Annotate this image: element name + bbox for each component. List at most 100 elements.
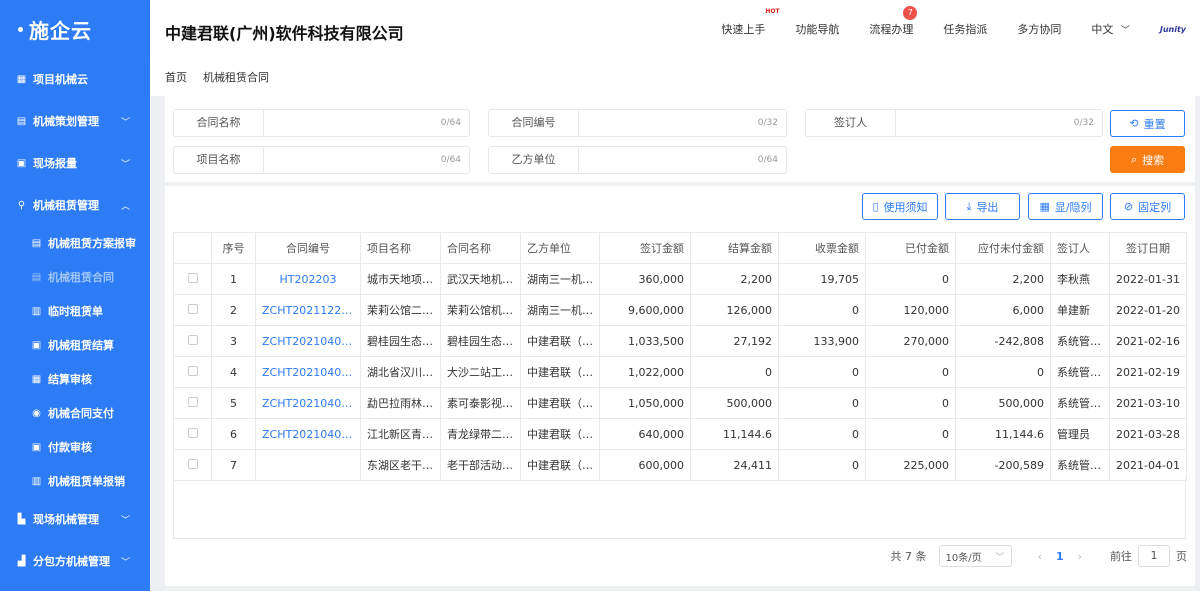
sidebar-subitem-reimbursement[interactable]: ▥ 机械租赁单报销 [0,464,150,498]
logo-text: 施企云 [29,18,92,43]
sidebar-subitem-plan-review[interactable]: ▤ 机械租赁方案报审 [0,226,150,260]
cell-contract-no[interactable]: HT202203 [255,263,361,295]
row-checkbox-cell [173,449,212,481]
notice-label: 使用须知 [883,200,928,214]
sidebar-subitem-label: 付款审核 [48,441,92,454]
pin-column-button[interactable]: ⊘ 固定列 [1110,193,1185,220]
hot-tag: HOT [765,8,780,15]
sidebar-subitem-payment-review[interactable]: ▣ 付款审核 [0,430,150,464]
sidebar-item-label: 现场机械管理 [33,513,99,526]
contract-no-input[interactable] [579,110,758,136]
sidebar-item-site-report[interactable]: ▣ 现场报量 ﹀ [0,142,150,184]
cell-contract-name: 青龙绿带二… [440,418,521,450]
company-title: 中建君联(广州)软件科技有限公司 [165,24,404,43]
menu-quick-start[interactable]: 快速上手 HOT [721,8,779,37]
table-row[interactable]: 5 ZCHT2021040384 勐巴拉雨林… 素可泰影视… 中建君联（… 1,… [173,387,1187,419]
cell-index: 7 [211,449,256,481]
sidebar-subitem-lease-contract[interactable]: ▤ 机械租赁合同 [0,260,150,294]
cell-contract-no[interactable]: ZCHT2021040384 [255,387,361,419]
table-row[interactable]: 6 ZCHT2021040383 江北新区青… 青龙绿带二… 中建君联（… 64… [173,418,1187,450]
char-count: 0/64 [440,118,461,128]
table-row[interactable]: 4 ZCHT2021040385 湖北省汉川… 大沙二站工… 中建君联（… 1,… [173,356,1187,388]
sidebar-subitem-label: 机械租赁结算 [48,339,114,352]
cell-unpaid-amount: 6,000 [955,294,1051,326]
audit-icon: ▣ [31,441,42,453]
reset-button[interactable]: ⟲ 重置 [1110,110,1185,137]
row-checkbox[interactable] [187,365,198,376]
project-name-field: 项目名称 0/64 [173,146,470,174]
sidebar-item-label: 机械租赁管理 [33,199,99,212]
cell-contract-no[interactable]: ZCHT2021040385 [255,356,361,388]
table-row[interactable]: 2 ZCHT2021122377 茉莉公馆二… 茉莉公馆机… 湖南三一机… 9,… [173,294,1187,326]
menu-workflow[interactable]: 流程办理 7 [869,6,918,37]
col-header: 序号 [211,232,256,264]
contract-name-input[interactable] [264,110,441,136]
cell-contract-no[interactable] [255,449,361,481]
field-label: 项目名称 [174,147,264,173]
row-checkbox[interactable] [187,396,198,407]
cell-index: 5 [211,387,256,419]
menu-label: 流程办理 [869,23,914,36]
search-icon: ⌕ [1130,152,1138,166]
goto-page-input[interactable]: 1 [1138,545,1170,567]
cell-party-b: 中建君联（… [520,325,600,357]
menu-function-nav[interactable]: 功能导航 [795,21,839,37]
party-b-input[interactable] [579,147,758,173]
row-checkbox[interactable] [187,458,198,469]
sidebar-item-subcontract[interactable]: ▟ 分包方机械管理 ﹀ [0,540,150,582]
lease-icon: ⚲ [17,199,26,211]
table-row[interactable]: 3 ZCHT2021040386 碧桂园生态… 碧桂园生态… 中建君联（… 1,… [173,325,1187,357]
breadcrumb-home[interactable]: 首页 [165,69,187,85]
language-selector[interactable]: 中文 ﹀ [1091,21,1130,37]
row-checkbox[interactable] [187,303,198,314]
row-checkbox[interactable] [187,272,198,283]
grid-icon: ▦ [1039,200,1050,213]
notice-button[interactable]: ▯ 使用须知 [862,193,938,220]
app-logo[interactable]: 施企云 [0,0,150,58]
search-button[interactable]: ⌕ 搜索 [1110,146,1185,173]
signer-input[interactable] [896,110,1074,136]
breadcrumb: 首页 机械租赁合同 [150,58,1200,96]
cell-signer: 系统管… [1050,325,1110,357]
next-page-icon[interactable]: › [1078,550,1082,563]
sidebar-subitem-lease-settlement[interactable]: ▣ 机械租赁结算 [0,328,150,362]
cell-contract-no[interactable]: ZCHT2021040383 [255,418,361,450]
table-row[interactable]: 1 HT202203 城市天地项… 武汉天地机… 湖南三一机… 360,000 … [173,263,1187,295]
col-header: 合同编号 [255,232,361,264]
cell-contract-no[interactable]: ZCHT2021040386 [255,325,361,357]
page-number-current[interactable]: 1 [1056,550,1064,563]
sidebar-item-mechanical-cloud[interactable]: ▦ 项目机械云 [0,58,150,100]
language-label: 中文 [1091,23,1114,36]
sidebar-item-site-machinery[interactable]: ▙ 现场机械管理 ﹀ [0,498,150,540]
table-row[interactable]: 7 东湖区老干… 老干部活动… 中建君联（… 600,000 24,411 0 … [173,449,1187,481]
page-size-select[interactable]: 10条/页 ﹀ [938,545,1012,567]
reset-label: 重置 [1143,117,1166,131]
sidebar-item-label: 项目机械云 [33,73,88,86]
sidebar-item-planning[interactable]: ▤ 机械策划管理 ﹀ [0,100,150,142]
sidebar-subitem-settlement-review[interactable]: ▦ 结算审核 [0,362,150,396]
cell-index: 3 [211,325,256,357]
row-checkbox[interactable] [187,427,198,438]
sidebar-subitem-temp-lease[interactable]: ▥ 临时租赁单 [0,294,150,328]
settlement-icon: ▣ [31,339,42,351]
menu-task-assign[interactable]: 任务指派 [943,21,987,37]
sidebar-subitem-label: 临时租赁单 [48,305,103,318]
row-checkbox[interactable] [187,334,198,345]
site-icon: ▙ [17,513,26,525]
cell-sign-amount: 640,000 [599,418,691,450]
contract-name-field: 合同名称 0/64 [173,109,470,137]
row-checkbox-cell [173,294,212,326]
export-button[interactable]: ⤓ 导出 [945,193,1020,220]
prev-page-icon[interactable]: ‹ [1038,550,1042,563]
cell-contract-no[interactable]: ZCHT2021122377 [255,294,361,326]
sidebar-subitem-contract-payment[interactable]: ◉ 机械合同支付 [0,396,150,430]
cell-contract-name: 素可泰影视… [440,387,521,419]
col-header: 应付未付金额 [955,232,1051,264]
cell-settle-amount: 0 [690,356,779,388]
menu-collaboration[interactable]: 多方协同 [1017,21,1061,37]
project-name-input[interactable] [264,147,441,173]
sidebar-item-lease[interactable]: ⚲ 机械租赁管理 ︿ [0,184,150,226]
columns-button[interactable]: ▦ 显/隐列 [1028,193,1103,220]
reimburse-icon: ▥ [31,475,42,487]
cell-sign-amount: 600,000 [599,449,691,481]
